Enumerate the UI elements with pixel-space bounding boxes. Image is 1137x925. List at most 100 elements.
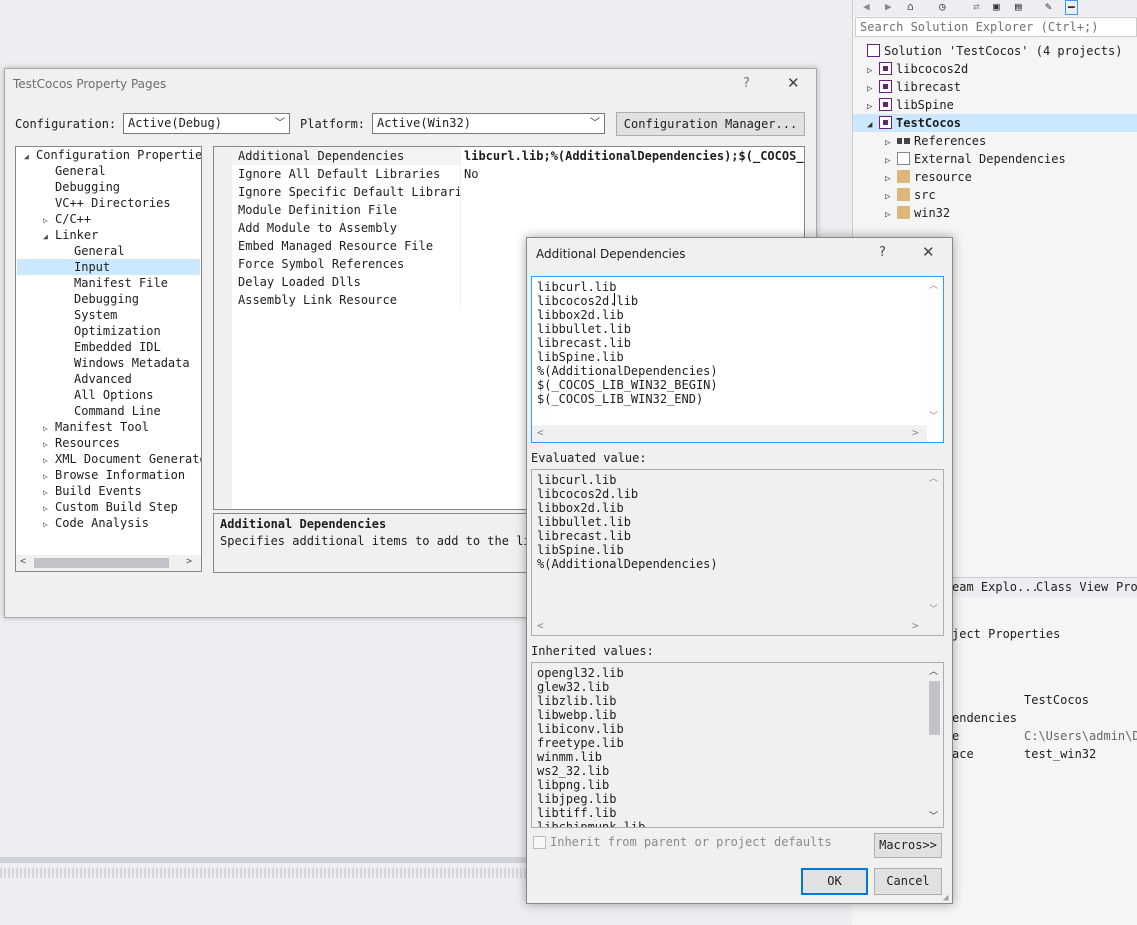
- scroll-right-icon[interactable]: >: [186, 556, 192, 567]
- references-node[interactable]: ▷ References: [885, 132, 986, 150]
- scroll-up-icon[interactable]: ︿: [929, 278, 938, 291]
- property-grid-row[interactable]: Ignore Specific Default Libraries: [214, 183, 804, 201]
- evaluated-line: libSpine.lib: [537, 543, 624, 557]
- inherited-vertical-scrollbar[interactable]: ︿ ﹀: [926, 663, 943, 827]
- scroll-down-icon[interactable]: ﹀: [929, 409, 938, 422]
- collapse-arrow-icon[interactable]: ◢: [867, 116, 879, 134]
- tree-node[interactable]: Advanced: [62, 371, 132, 387]
- tree-node[interactable]: ▷ Code Analysis: [43, 515, 149, 531]
- tree-node[interactable]: General: [62, 243, 125, 259]
- tab-class-view[interactable]: Class View: [1036, 580, 1108, 594]
- tree-node[interactable]: ▷ Browse Information: [43, 467, 185, 483]
- tree-node[interactable]: ◢ Linker: [43, 227, 98, 243]
- property-row[interactable]: e C:\Users\admin\D: [952, 727, 1137, 745]
- expand-arrow-icon[interactable]: ◢: [24, 149, 34, 165]
- configuration-manager-button[interactable]: Configuration Manager...: [616, 112, 805, 136]
- tree-node[interactable]: ▷ Custom Build Step: [43, 499, 178, 515]
- solution-node[interactable]: Solution 'TestCocos' (4 projects): [867, 42, 1122, 60]
- tree-node[interactable]: Windows Metadata: [62, 355, 190, 371]
- edit-vertical-scrollbar[interactable]: ︿ ﹀: [926, 277, 943, 427]
- scroll-left-icon[interactable]: <: [537, 426, 544, 439]
- tab-team-explorer[interactable]: eam Explo...: [952, 580, 1039, 594]
- inherit-checkbox[interactable]: [533, 836, 546, 849]
- scroll-left-icon[interactable]: <: [20, 556, 26, 567]
- help-button[interactable]: ?: [743, 76, 750, 91]
- tree-node[interactable]: Debugging: [43, 179, 120, 195]
- tree-node[interactable]: VC++ Directories: [43, 195, 171, 211]
- forward-icon[interactable]: ▶: [885, 0, 892, 13]
- cancel-button[interactable]: Cancel: [874, 868, 942, 895]
- close-button[interactable]: ✕: [922, 243, 935, 261]
- tree-node[interactable]: ▷ XML Document Generator: [43, 451, 201, 467]
- tree-node[interactable]: ▷ Manifest Tool: [43, 419, 149, 435]
- project-node-libspine[interactable]: ▷ libSpine: [867, 96, 954, 114]
- tree-node[interactable]: Input: [62, 259, 110, 275]
- back-icon[interactable]: ◀: [863, 0, 870, 13]
- tree-node[interactable]: ▷ Resources: [43, 435, 120, 451]
- scroll-up-icon[interactable]: ︿: [929, 471, 938, 484]
- help-button[interactable]: ?: [879, 245, 886, 260]
- tree-node[interactable]: Command Line: [62, 403, 161, 419]
- ok-button[interactable]: OK: [801, 868, 868, 895]
- tree-node[interactable]: Embedded IDL: [62, 339, 161, 355]
- scroll-left-icon[interactable]: <: [537, 619, 544, 632]
- expand-arrow-icon[interactable]: ▷: [885, 206, 897, 224]
- tab-property-manager[interactable]: Pro: [1116, 580, 1137, 594]
- property-grid-row[interactable]: Additional Dependencies libcurl.lib;%(Add…: [214, 147, 804, 165]
- preview-icon[interactable]: ━: [1065, 0, 1078, 15]
- tree-node[interactable]: System: [62, 307, 117, 323]
- configuration-select[interactable]: Active(Debug) ﹀: [123, 113, 290, 134]
- tree-node[interactable]: Optimization: [62, 323, 161, 339]
- evaluated-horizontal-scrollbar[interactable]: < >: [532, 618, 927, 635]
- platform-select[interactable]: Active(Win32) ﹀: [372, 113, 605, 134]
- tree-node[interactable]: ◢ Configuration Properties: [24, 147, 201, 165]
- scroll-down-icon[interactable]: ﹀: [929, 602, 938, 615]
- property-grid-row[interactable]: Ignore All Default Libraries No: [214, 165, 804, 183]
- home-icon[interactable]: ⌂: [907, 0, 914, 13]
- tree-node[interactable]: ▷ C/C++: [43, 211, 91, 227]
- collapse-icon[interactable]: ▣: [993, 0, 1000, 13]
- resize-grip-icon[interactable]: ◢: [943, 893, 948, 903]
- folder-node-resource[interactable]: ▷ resource: [885, 168, 972, 186]
- scroll-right-icon[interactable]: >: [912, 619, 919, 632]
- property-grid-row[interactable]: Module Definition File: [214, 201, 804, 219]
- project-node-libcocos2d[interactable]: ▷ libcocos2d: [867, 60, 968, 78]
- scroll-up-icon[interactable]: ︿: [929, 664, 938, 677]
- property-grid-row[interactable]: Add Module to Assembly: [214, 219, 804, 237]
- tree-node[interactable]: General: [43, 163, 106, 179]
- solution-search-input[interactable]: Search Solution Explorer (Ctrl+;): [855, 17, 1137, 37]
- edit-horizontal-scrollbar[interactable]: < >: [532, 425, 927, 442]
- dependencies-edit-box[interactable]: libcurl.lib libcocos2d.lib libbox2d.lib lib…: [531, 276, 944, 443]
- property-value[interactable]: libcurl.lib;%(AdditionalDependencies);$(…: [464, 147, 804, 165]
- scroll-thumb[interactable]: [929, 681, 940, 735]
- tree-node-label: C/C++: [55, 212, 92, 226]
- external-dependencies-node[interactable]: ▷ External Dependencies: [885, 150, 1066, 168]
- tree-horizontal-scrollbar[interactable]: < >: [16, 555, 201, 571]
- property-row[interactable]: ace test_win32: [952, 745, 1096, 763]
- tree-node[interactable]: All Options: [62, 387, 153, 403]
- scroll-down-icon[interactable]: ﹀: [929, 809, 938, 822]
- properties-wrench-icon[interactable]: ✎: [1045, 0, 1052, 13]
- project-node-librecast[interactable]: ▷ librecast: [867, 78, 961, 96]
- project-node-testcocos[interactable]: ◢ TestCocos: [867, 114, 961, 132]
- evaluated-vertical-scrollbar[interactable]: ︿ ﹀: [926, 470, 943, 620]
- tree-node[interactable]: Debugging: [62, 291, 139, 307]
- expand-arrow-icon[interactable]: ▷: [43, 517, 53, 533]
- scroll-right-icon[interactable]: >: [912, 426, 919, 439]
- property-row[interactable]: endencies: [952, 709, 1017, 727]
- close-button[interactable]: ✕: [787, 74, 800, 92]
- show-all-files-icon[interactable]: ▤: [1015, 0, 1022, 13]
- macros-button[interactable]: Macros>>: [874, 833, 942, 858]
- sync-icon[interactable]: ⇄: [973, 0, 980, 13]
- folder-node-src[interactable]: ▷ src: [885, 186, 936, 204]
- history-icon[interactable]: ◷: [939, 0, 946, 13]
- folder-icon: [897, 170, 910, 183]
- folder-node-win32[interactable]: ▷ win32: [885, 204, 950, 222]
- dependency-line: %(AdditionalDependencies): [537, 364, 718, 378]
- tree-node[interactable]: Manifest File: [62, 275, 168, 291]
- expand-arrow-icon[interactable]: ◢: [43, 229, 53, 245]
- property-value[interactable]: No: [464, 165, 804, 183]
- column-separator: [460, 165, 461, 183]
- tree-node[interactable]: ▷ Build Events: [43, 483, 142, 499]
- scroll-thumb[interactable]: [34, 558, 169, 568]
